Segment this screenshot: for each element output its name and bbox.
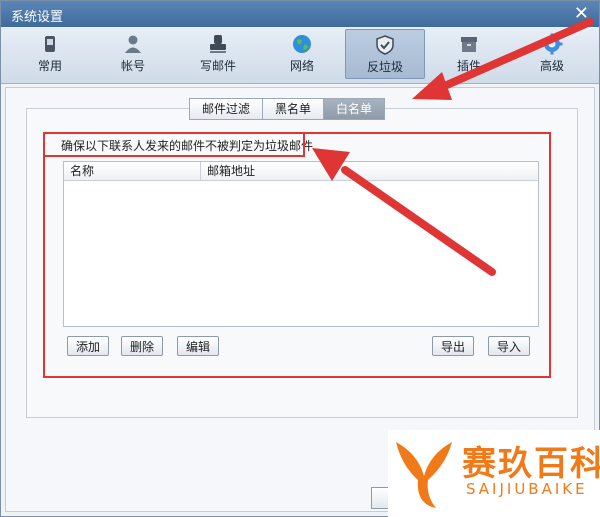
- phone-icon: [45, 36, 55, 52]
- watermark-brand-en: SAIJIUBAIKE: [466, 480, 588, 498]
- tab-blacklist[interactable]: 黑名单: [262, 98, 325, 120]
- antispam-subtabs: 邮件过滤 黑名单 白名单: [189, 98, 386, 120]
- tab-whitelist[interactable]: 白名单: [323, 98, 386, 120]
- watermark: 赛玖百科 SAIJIUBAIKE: [388, 430, 600, 517]
- annotation-highlight-box: [43, 132, 551, 378]
- title-bar: 系统设置 ✕: [1, 1, 599, 27]
- toolbar-label: 帐号: [120, 59, 145, 73]
- toolbar-label: 反垃圾: [366, 60, 403, 74]
- toolbar-button-advanced[interactable]: 高级: [512, 29, 592, 79]
- toolbar-label: 写邮件: [199, 59, 236, 73]
- toolbar-button-account[interactable]: 帐号: [93, 29, 173, 79]
- box-icon: [461, 37, 477, 52]
- window-title: 系统设置: [11, 10, 64, 25]
- tab-mail-filter[interactable]: 邮件过滤: [189, 98, 264, 120]
- whale-tail-logo: [396, 442, 452, 508]
- toolbar-button-general[interactable]: 常用: [10, 29, 90, 79]
- toolbar-button-network[interactable]: 网络: [262, 29, 342, 79]
- settings-toolbar: 常用 帐号 写邮件 网络 反垃圾 插件 高级: [1, 27, 599, 84]
- gear-icon: [541, 33, 563, 55]
- toolbar-button-antispam[interactable]: 反垃圾: [345, 29, 425, 79]
- toolbar-label: 高级: [539, 59, 564, 73]
- toolbar-label: 插件: [456, 59, 481, 73]
- user-icon: [125, 35, 141, 53]
- toolbar-label: 常用: [37, 59, 62, 73]
- globe-icon: [293, 35, 311, 53]
- stamp-icon: [210, 35, 226, 53]
- toolbar-label: 网络: [289, 59, 314, 73]
- close-icon[interactable]: ✕: [574, 3, 589, 24]
- toolbar-button-compose[interactable]: 写邮件: [178, 29, 258, 79]
- shield-icon: [376, 35, 394, 55]
- annotation-label-box: [43, 132, 305, 157]
- toolbar-button-plugins[interactable]: 插件: [429, 29, 509, 79]
- watermark-brand-cn: 赛玖百科: [462, 444, 600, 484]
